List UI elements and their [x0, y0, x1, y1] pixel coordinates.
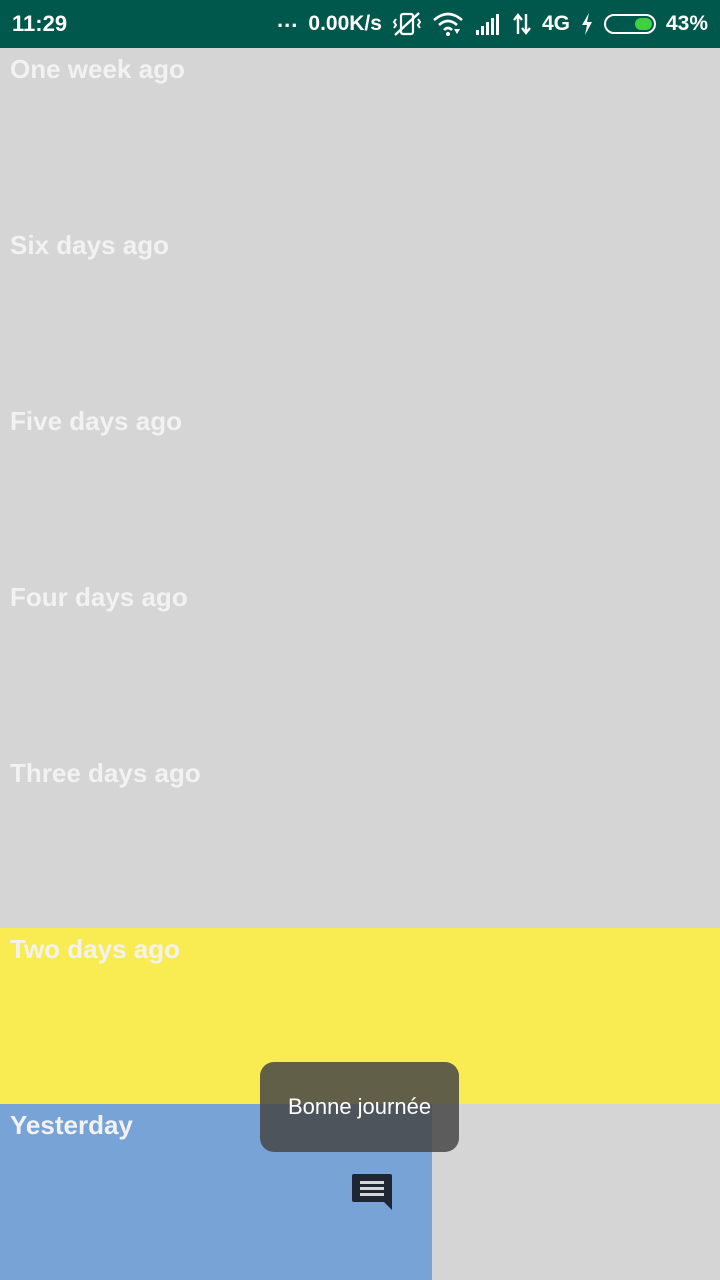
network-type: 4G [541, 12, 570, 35]
day-label: Four days ago [10, 582, 188, 612]
signal-icon [474, 12, 502, 36]
day-row-six-days-ago[interactable]: Six days ago [0, 224, 720, 400]
data-arrows-icon [512, 12, 532, 36]
status-right-group: ... 0.00K/s 4G 43% [277, 7, 708, 37]
day-label: One week ago [10, 54, 185, 84]
message-icon[interactable] [351, 1172, 393, 1212]
battery-fill [635, 18, 652, 30]
day-row-four-days-ago[interactable]: Four days ago [0, 576, 720, 752]
toast-message: Bonne journée [260, 1062, 459, 1152]
status-time: 11:29 [12, 11, 68, 36]
battery-icon [603, 14, 656, 34]
status-bar: 11:29 ... 0.00K/s 4G 43% [0, 0, 720, 48]
day-label: Yesterday [10, 1110, 133, 1140]
day-label: Six days ago [10, 230, 169, 260]
charging-icon [580, 12, 594, 36]
day-row-three-days-ago[interactable]: Three days ago [0, 752, 720, 928]
notification-dots: ... [277, 7, 299, 32]
day-label: Two days ago [10, 934, 180, 964]
day-row-five-days-ago[interactable]: Five days ago [0, 400, 720, 576]
day-row-one-week-ago[interactable]: One week ago [0, 48, 720, 224]
vibrate-off-icon [392, 11, 422, 37]
wifi-icon [432, 11, 464, 37]
battery-percent: 43% [665, 12, 708, 35]
day-label: Five days ago [10, 406, 182, 436]
day-label: Three days ago [10, 758, 201, 788]
toast-text: Bonne journée [287, 1094, 432, 1119]
network-speed: 0.00K/s [308, 12, 382, 35]
